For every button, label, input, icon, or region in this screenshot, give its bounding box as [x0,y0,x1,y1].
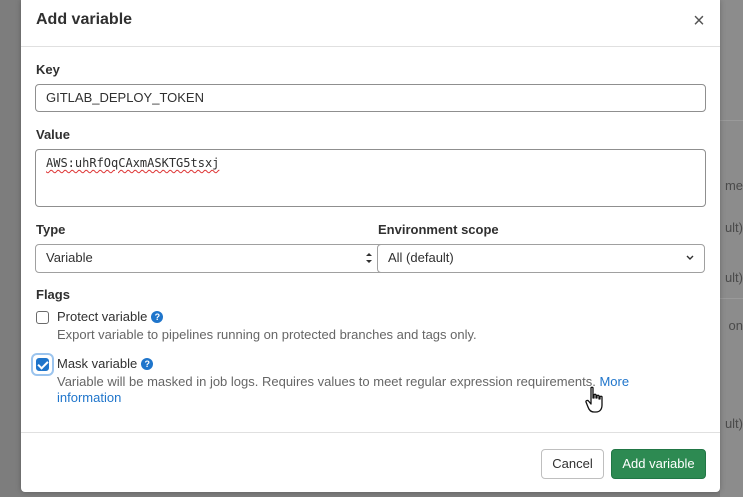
help-icon[interactable]: ? [151,311,164,323]
add-variable-button[interactable]: Add variable [611,449,706,479]
modal-title: Add variable [36,11,133,28]
background-divider [720,120,743,121]
background-divider [720,298,743,299]
protect-variable-checkbox[interactable] [36,311,49,324]
protect-variable-label: Protect variable? [57,309,164,324]
mask-variable-help-text: Variable will be masked in job logs. Req… [57,374,596,389]
background-text: on [728,318,743,333]
add-variable-modal: Add variable × Key GITLAB_DEPLOY_TOKEN V… [21,0,720,492]
background-text: ult) [724,270,743,285]
close-icon[interactable]: × [688,11,710,33]
background-page: me ult) ult) on ult) [720,0,743,497]
background-text: ult) [724,416,743,431]
value-text: AWS:uhRfOqCAxmASKTG5tsxj [46,156,220,170]
background-text: me [724,178,743,193]
protect-variable-help: Export variable to pipelines running on … [57,327,477,342]
mask-variable-help: Variable will be masked in job logs. Req… [57,374,657,406]
mask-variable-label: Mask variable? [57,356,154,371]
modal-footer: Cancel Add variable [21,432,720,493]
type-selected-value: Variable [46,250,93,265]
type-select[interactable]: Variable [35,244,384,273]
key-input[interactable]: GITLAB_DEPLOY_TOKEN [35,84,706,112]
mask-variable-checkbox[interactable] [36,358,49,371]
cancel-button[interactable]: Cancel [541,449,604,479]
background-text: ult) [724,220,743,235]
help-icon[interactable]: ? [141,358,154,370]
value-label: Value [36,127,70,142]
modal-header: Add variable × [21,0,720,47]
type-label: Type [36,222,66,237]
environment-scope-label: Environment scope [378,222,499,237]
environment-scope-selected-value: All (default) [388,250,454,265]
mask-variable-text: Mask variable [57,356,138,371]
hand-pointer-icon [585,386,603,413]
key-label: Key [36,62,60,77]
environment-scope-dropdown[interactable]: All (default) [377,244,705,273]
protect-variable-text: Protect variable [57,309,148,324]
chevron-up-down-icon [364,245,374,282]
value-textarea[interactable]: AWS:uhRfOqCAxmASKTG5tsxj [35,149,706,207]
chevron-down-icon [685,245,695,282]
flags-label: Flags [36,287,70,302]
